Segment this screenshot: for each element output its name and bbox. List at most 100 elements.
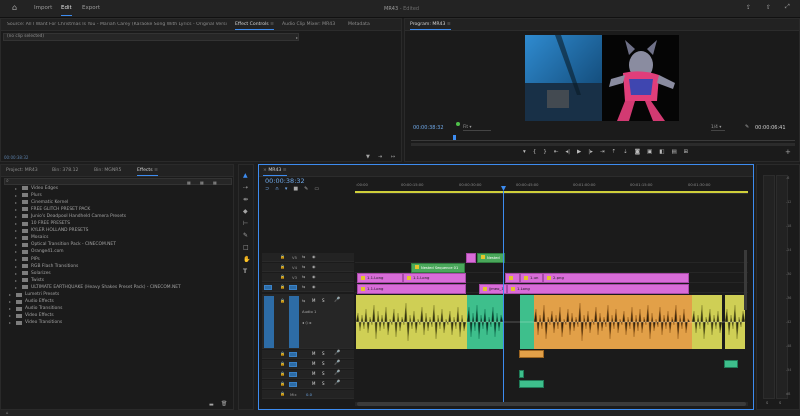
mic-icon[interactable]: 🎤 <box>334 360 340 366</box>
audio-clip-a4[interactable] <box>519 370 524 378</box>
source-patch-a1[interactable] <box>264 296 274 348</box>
timeline-hscroll[interactable] <box>355 402 748 406</box>
mix-value[interactable]: 0.0 <box>306 392 312 397</box>
expand-triangle-icon[interactable]: ▸ <box>9 320 16 325</box>
sync-lock-icon[interactable]: ⇆ <box>302 298 305 303</box>
solo-right[interactable]: S <box>779 401 781 405</box>
tab-bin-1[interactable]: Bin: 378.12 <box>52 168 78 173</box>
lock-icon[interactable]: 🔒 <box>280 391 285 396</box>
effects-tree-item[interactable]: ▸ Optical Transition Pack - CINECOM.NET <box>15 242 116 248</box>
track-target-a1[interactable] <box>289 296 299 348</box>
lock-icon[interactable]: 🔒 <box>280 351 285 356</box>
timeline-timecode[interactable]: 00:00:38:32 <box>265 177 305 185</box>
export-frame-icon[interactable]: ⇥ <box>378 154 382 160</box>
effect-timecode[interactable]: 00:00:38:32 <box>4 155 28 160</box>
sync-lock-icon[interactable]: ⇆ <box>302 264 305 269</box>
mic-icon[interactable]: 🎤 <box>334 350 340 356</box>
audio-waveform-a1[interactable] <box>355 295 747 349</box>
delete-icon[interactable]: 🗑 <box>221 401 227 407</box>
tab-effects[interactable]: Effects ≡ <box>137 168 158 176</box>
expand-triangle-icon[interactable]: ▸ <box>15 200 22 205</box>
expand-triangle-icon[interactable]: ▸ <box>15 278 22 283</box>
menu-import[interactable]: Import <box>34 5 52 11</box>
timeline-playhead-line[interactable] <box>503 191 504 406</box>
eye-icon[interactable]: ◉ <box>312 254 316 259</box>
filter-icon[interactable]: ▼ <box>366 154 370 160</box>
effects-tree-item[interactable]: ▸ RGB Flash Transitions <box>15 263 78 269</box>
video-preview[interactable] <box>525 35 679 121</box>
effects-tree-item[interactable]: ▸ KYLER HOLLAND PRESETS <box>15 228 88 234</box>
comparison-icon[interactable]: ▣ <box>647 149 652 157</box>
expand-arrow-icon[interactable]: ▸ <box>296 35 298 40</box>
expand-triangle-icon[interactable]: ▸ <box>15 242 22 247</box>
effects-tree-item[interactable]: ▸ Junio's Deadpool Handheld Camera Preset… <box>15 213 126 219</box>
solo-button[interactable]: S <box>322 298 325 303</box>
mute-button[interactable]: M <box>312 351 315 356</box>
tab-sequence[interactable]: × MR43 ≡ <box>263 168 287 176</box>
quick-export-icon[interactable]: ⇪ <box>746 5 751 11</box>
captions-tl-icon[interactable]: ▭ <box>314 186 319 193</box>
home-icon[interactable]: ⌂ <box>12 4 17 12</box>
effects-tree-item[interactable]: ▸ Plurs <box>15 192 42 198</box>
extract-icon[interactable]: ⇣ <box>623 149 628 157</box>
sync-lock-icon[interactable]: ⇆ <box>302 284 305 289</box>
razor-tool-icon[interactable]: ◆ <box>243 209 248 215</box>
video-clip[interactable]: 1.un <box>520 273 543 283</box>
marker-icon[interactable]: ■ <box>293 186 298 193</box>
track-target-a3[interactable] <box>289 362 297 367</box>
lock-icon[interactable]: 🔒 <box>280 361 285 366</box>
mute-button[interactable]: M <box>312 361 315 366</box>
video-clip[interactable]: 1.Long <box>507 284 689 294</box>
nested-clip[interactable]: Nested <box>477 253 505 263</box>
expand-triangle-icon[interactable]: ▸ <box>15 214 22 219</box>
resolution-dropdown[interactable]: 1/4 ▾ <box>711 125 725 131</box>
export-icon[interactable]: ↦ <box>391 154 395 160</box>
expand-triangle-icon[interactable]: ▸ <box>15 207 22 212</box>
mark-out-icon[interactable]: } <box>543 149 547 157</box>
video-clip[interactable]: 1.1.Long <box>357 284 466 294</box>
eye-icon[interactable]: ◉ <box>312 264 316 269</box>
effects-tree-item[interactable]: ▸ Audio Effects <box>9 299 54 305</box>
settings-icon[interactable]: ✎ <box>304 186 308 193</box>
sync-lock-icon[interactable]: ⇆ <box>302 274 305 279</box>
effects-tree-item[interactable]: ▸ Twists <box>15 277 44 283</box>
expand-triangle-icon[interactable]: ▸ <box>9 313 16 318</box>
linked-icon[interactable]: ∩ <box>275 186 279 193</box>
track-target-a2[interactable] <box>289 352 297 357</box>
expand-triangle-icon[interactable]: ▸ <box>9 292 16 297</box>
mark-in-icon[interactable]: { <box>533 149 537 157</box>
step-back-icon[interactable]: ◂| <box>565 149 570 157</box>
program-scrub-bar[interactable] <box>411 135 795 141</box>
expand-triangle-icon[interactable]: ▸ <box>15 285 22 290</box>
go-to-in-icon[interactable]: ⇤ <box>554 149 559 157</box>
new-bin-icon[interactable]: ▬ <box>209 402 214 408</box>
tab-source[interactable]: Source: All I Want For Christmas Is You … <box>7 22 227 27</box>
lock-icon[interactable]: 🔒 <box>280 264 285 269</box>
mute-button[interactable]: M <box>312 381 315 386</box>
tab-project[interactable]: Project: MR43 <box>6 168 38 173</box>
track-target-v1[interactable] <box>289 285 297 290</box>
solo-button[interactable]: S <box>322 381 325 386</box>
expand-triangle-icon[interactable]: ▸ <box>15 249 22 254</box>
camera-icon[interactable]: ◙ <box>635 149 640 157</box>
expand-triangle-icon[interactable]: ▸ <box>9 299 16 304</box>
menu-edit[interactable]: Edit <box>61 5 72 16</box>
wrench-icon[interactable]: ✎ <box>745 124 749 130</box>
play-icon[interactable]: ▶ <box>577 149 581 157</box>
rectangle-tool-icon[interactable]: □ <box>243 245 249 251</box>
lock-icon[interactable]: 🔒 <box>280 381 285 386</box>
nested-sequence-clip[interactable]: Nested Sequence 01 <box>411 263 465 273</box>
mic-icon[interactable]: 🎤 <box>334 297 340 303</box>
eye-icon[interactable]: ◉ <box>312 274 316 279</box>
effects-tree-item[interactable]: ▸ Mosaics <box>15 235 48 241</box>
effects-tree-item[interactable]: ▸ Video Edges <box>15 185 58 191</box>
mic-icon[interactable]: 🎤 <box>334 370 340 376</box>
timeline-vscroll[interactable] <box>744 250 747 310</box>
tab-bin-2[interactable]: Bin: MGNR5 <box>94 168 121 173</box>
eye-icon[interactable]: ◉ <box>312 284 316 289</box>
expand-triangle-icon[interactable]: ▸ <box>15 186 22 191</box>
mute-button[interactable]: M <box>312 371 315 376</box>
source-patch-v1[interactable] <box>264 285 272 290</box>
effects-tree-item[interactable]: ▸ Video Transitions <box>9 320 62 326</box>
program-zoom-bar[interactable] <box>411 143 795 146</box>
